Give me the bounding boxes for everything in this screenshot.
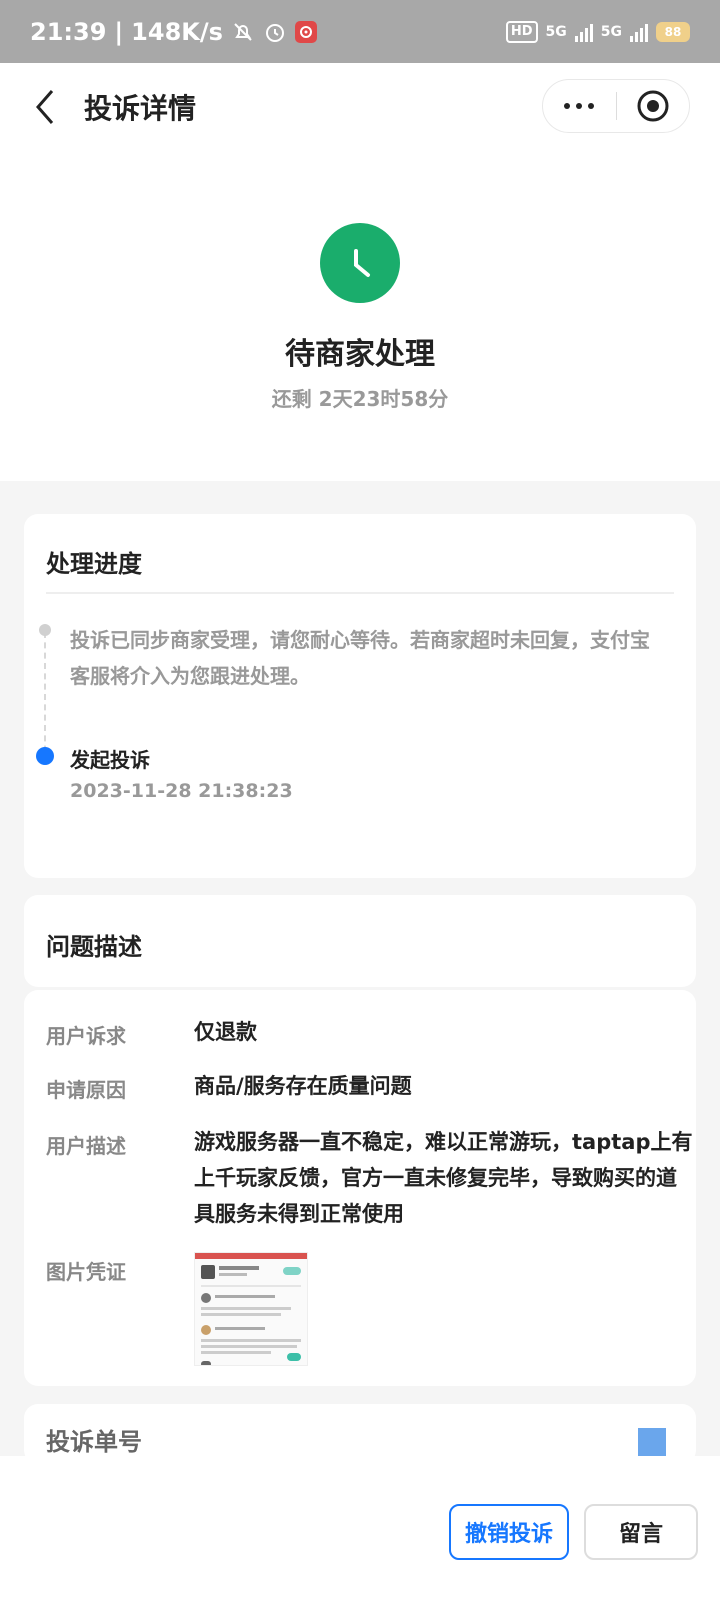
leave-message-button[interactable]: 留言 [584, 1504, 698, 1560]
progress-title: 处理进度 [46, 550, 142, 578]
evidence-image[interactable] [194, 1252, 308, 1366]
timeline-dot-pending [39, 624, 51, 636]
close-mini-program-button[interactable] [617, 80, 690, 132]
divider [46, 592, 674, 594]
request-value: 仅退款 [194, 1020, 257, 1044]
reason-value: 商品/服务存在质量问题 [194, 1074, 412, 1098]
signal-5g-label: 5G [545, 23, 567, 40]
cancel-complaint-button[interactable]: 撤销投诉 [449, 1504, 569, 1560]
status-bar: 21:39 | 148K/s HD 5G 5G 88 [0, 0, 720, 63]
target-icon [637, 90, 669, 122]
progress-card: 处理进度 投诉已同步商家受理，请您耐心等待。若商家超时未回复，支付宝客服将介入为… [24, 514, 696, 878]
back-arrow-icon[interactable] [14, 77, 74, 137]
remaining-time: 还剩 2天23时58分 [271, 387, 449, 411]
battery-icon: 88 [656, 21, 690, 42]
description-value: 游戏服务器一直不稳定，难以正常游玩，taptap上有上千玩家反馈，官方一直未修复… [194, 1130, 693, 1226]
nav-bar: 投诉详情 [0, 63, 720, 151]
dot-icon [576, 103, 583, 109]
music-app-icon [294, 20, 317, 43]
reason-label: 申请原因 [46, 1078, 126, 1102]
issue-title: 问题描述 [46, 933, 142, 961]
request-label: 用户诉求 [46, 1024, 126, 1048]
timeline-entry-time: 2023-11-28 21:38:23 [70, 780, 293, 802]
more-menu-button[interactable] [543, 80, 616, 132]
description-label: 用户描述 [46, 1134, 126, 1158]
issue-header-card: 问题描述 [24, 895, 696, 987]
network-speed: 148K/s [131, 17, 223, 46]
evidence-label: 图片凭证 [46, 1260, 126, 1284]
signal-icon [574, 22, 593, 42]
page-title: 投诉详情 [84, 92, 197, 125]
status-separator: | [114, 17, 124, 46]
timeline-line [44, 632, 46, 762]
mute-icon [231, 20, 255, 44]
dot-icon [564, 103, 571, 109]
issue-details-card: 用户诉求 仅退款 申请原因 商品/服务存在质量问题 用户描述 游戏服务器一直不稳… [24, 990, 696, 1386]
clock-icon [320, 223, 400, 303]
timeline-entry-text: 投诉已同步商家受理，请您耐心等待。若商家超时未回复，支付宝客服将介入为您跟进处理… [70, 628, 650, 688]
timeline-entry-title: 发起投诉 [70, 748, 150, 772]
copy-icon [638, 1428, 666, 1458]
signal-5g-label-2: 5G [600, 23, 622, 40]
order-number-title: 投诉单号 [46, 1428, 142, 1456]
status-title: 待商家处理 [285, 337, 435, 372]
hd-badge: HD [505, 20, 538, 43]
order-number-card: 投诉单号 [24, 1404, 696, 1464]
timeline-dot-active [36, 747, 54, 765]
dot-icon [588, 103, 595, 109]
status-header: 待商家处理 还剩 2天23时58分 [0, 151, 720, 481]
alarm-icon [263, 20, 287, 44]
mini-program-capsule [542, 79, 690, 133]
signal-icon-2 [630, 22, 648, 42]
bottom-action-bar: 撤销投诉 留言 [0, 1456, 720, 1600]
clock: 21:39 [30, 17, 107, 46]
